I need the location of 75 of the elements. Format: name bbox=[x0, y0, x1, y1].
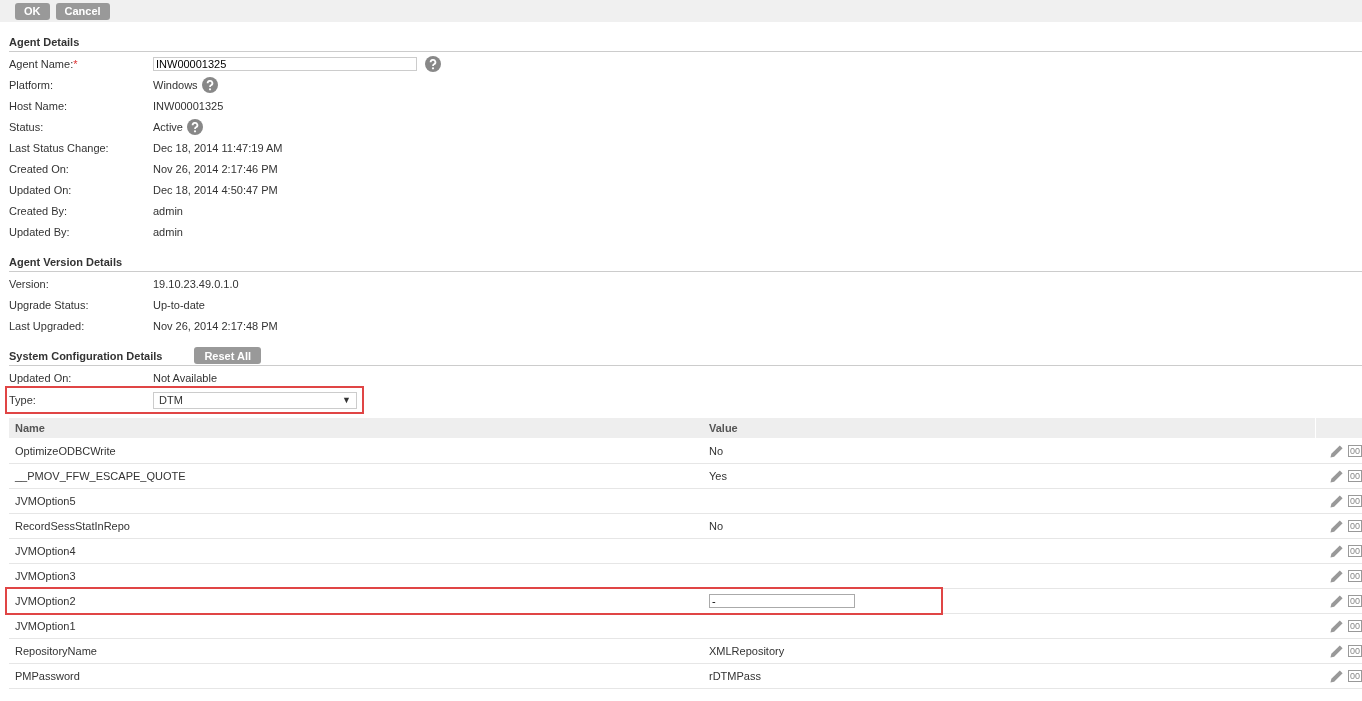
type-dropdown[interactable]: DTM ▼ bbox=[153, 391, 357, 409]
reset-icon[interactable]: 00 bbox=[1348, 670, 1362, 682]
reset-icon[interactable]: 00 bbox=[1348, 620, 1362, 632]
column-header: Value bbox=[708, 422, 739, 434]
table-cell-text: JVMOption2 bbox=[14, 595, 77, 607]
pencil-icon[interactable] bbox=[1329, 618, 1344, 634]
table-cell-text: No bbox=[708, 445, 725, 457]
section-title: System Configuration Details bbox=[9, 349, 163, 362]
text-input[interactable]: INW00001325 bbox=[153, 56, 417, 71]
field-label: Agent Name:* bbox=[9, 57, 79, 70]
field-label: Updated On: bbox=[9, 371, 73, 384]
field-value: Up-to-date bbox=[153, 298, 205, 311]
field-value: Nov 26, 2014 2:17:46 PM bbox=[153, 162, 278, 175]
column-header: Name bbox=[14, 422, 46, 434]
pencil-icon[interactable] bbox=[1329, 643, 1344, 659]
toolbar-button[interactable]: OK bbox=[15, 2, 50, 20]
table-cell-text: Yes bbox=[708, 470, 728, 482]
table-cell-text: OptimizeODBCWrite bbox=[14, 445, 117, 457]
reset-icon[interactable]: 00 bbox=[1348, 645, 1362, 657]
field-label: Status: bbox=[9, 120, 45, 133]
field-value: Nov 26, 2014 2:17:48 PM bbox=[153, 319, 278, 332]
field-label: Platform: bbox=[9, 78, 54, 91]
pencil-icon[interactable] bbox=[1329, 593, 1344, 609]
table-cell-text: rDTMPass bbox=[708, 670, 762, 682]
table-cell-text: RecordSessStatInRepo bbox=[14, 520, 131, 532]
field-value: Active bbox=[153, 120, 183, 133]
table-cell-text: JVMOption1 bbox=[14, 620, 77, 632]
field-value: Dec 18, 2014 4:50:47 PM bbox=[153, 183, 278, 196]
table-cell-text: RepositoryName bbox=[14, 645, 98, 657]
reset-icon[interactable]: 00 bbox=[1348, 470, 1362, 482]
pencil-icon[interactable] bbox=[1329, 443, 1344, 459]
help-icon[interactable] bbox=[201, 76, 218, 93]
help-icon[interactable] bbox=[425, 55, 441, 72]
field-value: Dec 18, 2014 11:47:19 AM bbox=[153, 141, 283, 154]
field-value: admin bbox=[153, 225, 183, 238]
value-input[interactable]: - bbox=[709, 594, 855, 608]
field-value: INW00001325 bbox=[153, 99, 224, 112]
table-cell-text: No bbox=[708, 520, 725, 532]
field-value: Windows bbox=[153, 78, 198, 91]
field-label: Upgrade Status: bbox=[9, 298, 90, 311]
field-value: admin bbox=[153, 204, 183, 217]
pencil-icon[interactable] bbox=[1329, 468, 1344, 484]
field-label: Updated On: bbox=[9, 183, 73, 196]
toolbar-button[interactable]: Cancel bbox=[55, 2, 110, 20]
field-label: Host Name: bbox=[9, 99, 69, 112]
table-cell-text: JVMOption3 bbox=[14, 570, 77, 582]
help-icon[interactable] bbox=[186, 118, 203, 135]
reset-icon[interactable]: 00 bbox=[1348, 595, 1362, 607]
section-title: Agent Details bbox=[9, 35, 80, 48]
table-cell-text: __PMOV_FFW_ESCAPE_QUOTE bbox=[14, 470, 187, 482]
field-value: Not Available bbox=[153, 371, 217, 384]
table-cell-text: JVMOption4 bbox=[14, 545, 77, 557]
reset-icon[interactable]: 00 bbox=[1348, 545, 1362, 557]
reset-icon[interactable]: 00 bbox=[1348, 570, 1362, 582]
table-cell-text: JVMOption5 bbox=[14, 495, 77, 507]
pencil-icon[interactable] bbox=[1329, 493, 1344, 509]
field-label: Last Upgraded: bbox=[9, 319, 86, 332]
field-value: 19.10.23.49.0.1.0 bbox=[153, 277, 239, 290]
section-title: Agent Version Details bbox=[9, 255, 123, 268]
pencil-icon[interactable] bbox=[1329, 543, 1344, 559]
field-label: Updated By: bbox=[9, 225, 71, 238]
pencil-icon[interactable] bbox=[1329, 518, 1344, 534]
field-label: Type: bbox=[9, 394, 37, 406]
reset-icon[interactable]: 00 bbox=[1348, 520, 1362, 532]
field-label: Created By: bbox=[9, 204, 69, 217]
reset-all-button[interactable]: Reset All bbox=[194, 347, 262, 364]
reset-icon[interactable]: 00 bbox=[1348, 495, 1362, 507]
table-cell-text: XMLRepository bbox=[708, 645, 786, 657]
field-label: Created On: bbox=[9, 162, 70, 175]
field-label: Version: bbox=[9, 277, 50, 290]
pencil-icon[interactable] bbox=[1329, 568, 1344, 584]
table-cell-text: PMPassword bbox=[14, 670, 81, 682]
pencil-icon[interactable] bbox=[1329, 668, 1344, 684]
reset-icon[interactable]: 00 bbox=[1348, 445, 1362, 457]
field-label: Last Status Change: bbox=[9, 141, 110, 154]
